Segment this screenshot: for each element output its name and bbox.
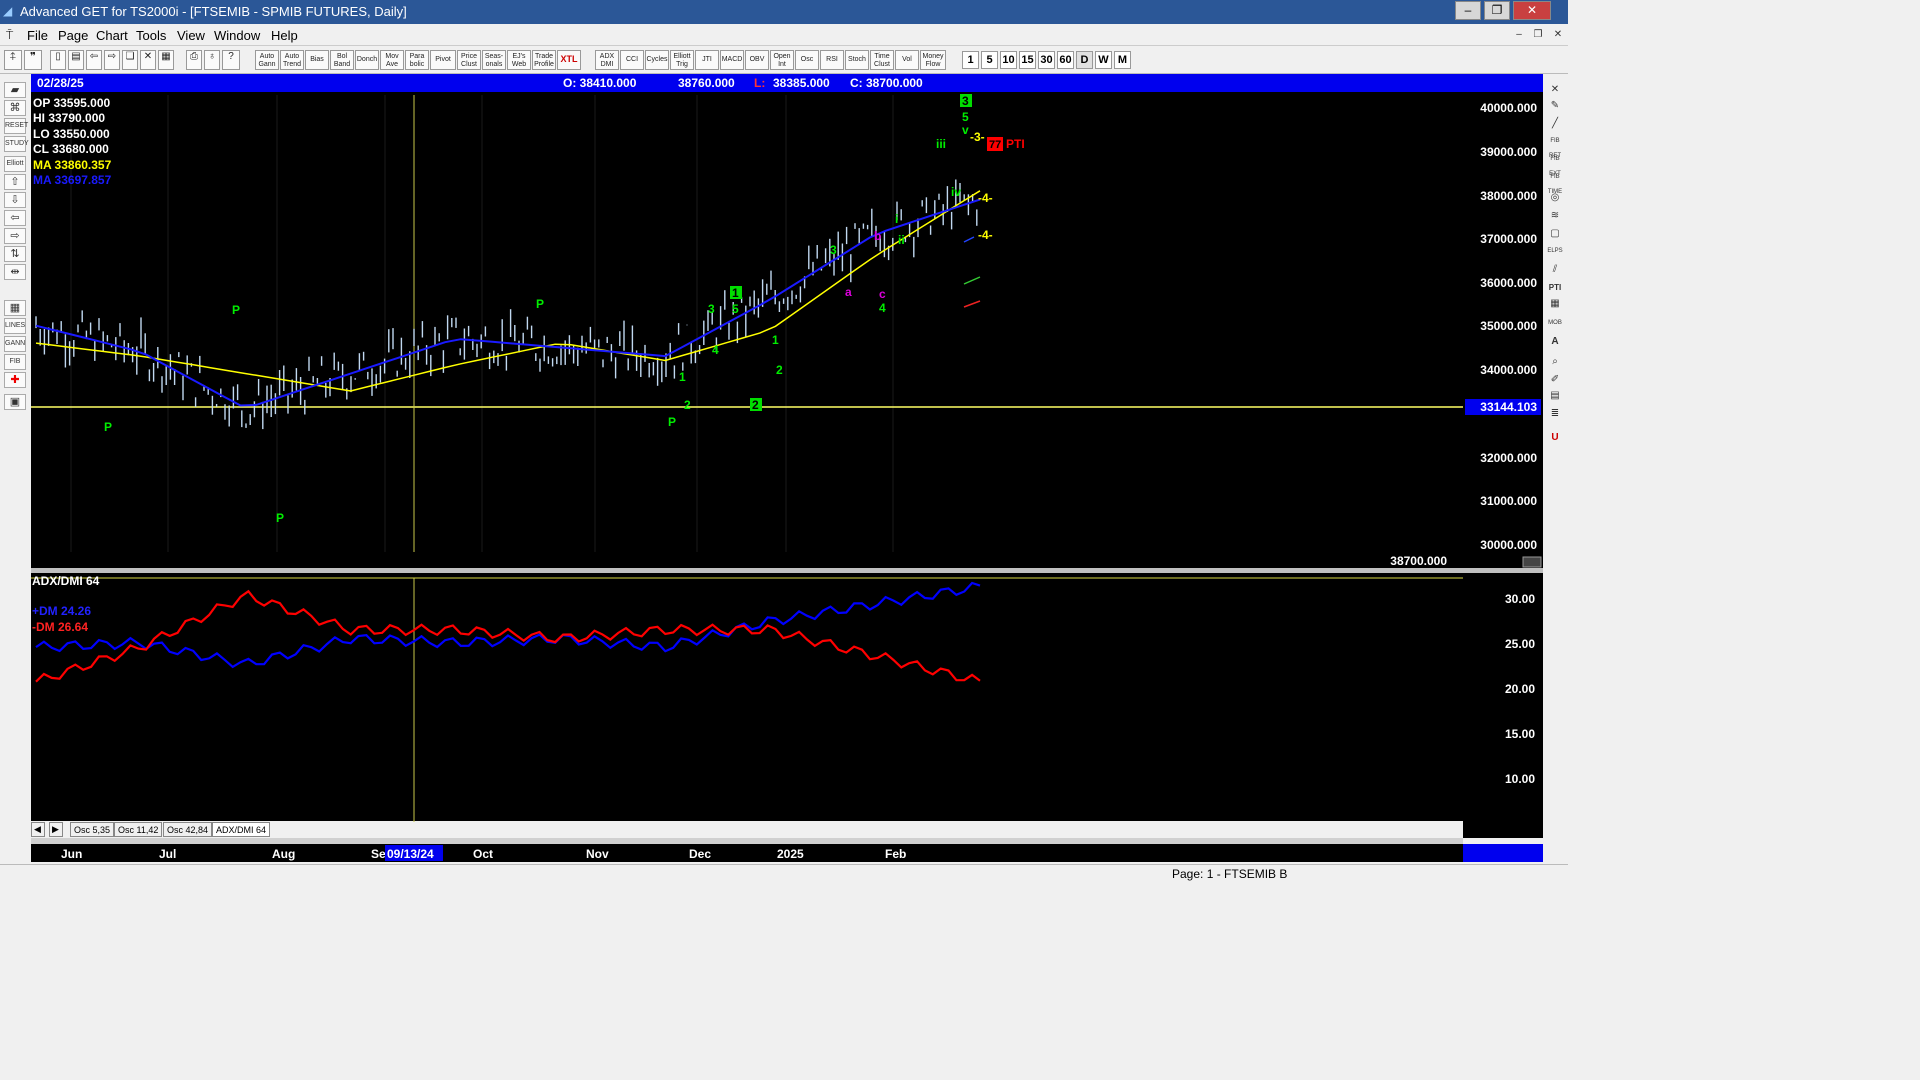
osc-minus-dm: -DM 26.64: [32, 620, 88, 634]
header-high: 38760.000: [678, 76, 735, 90]
wave-label: b: [874, 229, 881, 243]
tab-scroll-left-icon[interactable]: ◀: [31, 822, 45, 837]
pti-label: PTI: [1006, 137, 1025, 151]
info-hi: HI 33790.000: [33, 111, 105, 125]
pane-resize-icon[interactable]: [1522, 556, 1542, 568]
info-lo: LO 33550.000: [33, 127, 110, 141]
wave-label: 3: [962, 94, 969, 108]
wave-label: 2: [752, 398, 759, 412]
wave-label: -4-: [978, 228, 993, 242]
time-tick-aug: Aug: [272, 847, 295, 861]
osc-tick-20: 20.00: [1505, 682, 1535, 696]
osc-tick-25: 25.00: [1505, 637, 1535, 651]
wave-label: 2: [684, 398, 691, 412]
price-tick-31000: 31000.000: [1480, 494, 1537, 508]
price-tick-36000: 36000.000: [1480, 276, 1537, 290]
osc-title: ADX/DMI 64: [32, 574, 100, 588]
price-tick-40000: 40000.000: [1480, 101, 1537, 115]
time-tick-sep: Se: [371, 847, 386, 861]
osc-tick-15: 15.00: [1505, 727, 1535, 741]
info-ma-slow: MA 33697.857: [33, 173, 112, 187]
cursor-date: 09/13/24: [387, 847, 434, 861]
wave-label: 4: [712, 343, 719, 357]
tab-osc-11-42[interactable]: Osc 11,42: [114, 822, 163, 837]
price-tick-37000: 37000.000: [1480, 232, 1537, 246]
cursor-price-value: 33144.103: [1480, 400, 1537, 414]
time-axis-corner: [1463, 844, 1543, 862]
pivot-label: P: [536, 297, 544, 311]
oscillator-pane[interactable]: [31, 573, 1463, 821]
wave-label: a: [845, 285, 852, 299]
osc-tick-10: 10.00: [1505, 772, 1535, 786]
time-tick-nov: Nov: [586, 847, 609, 861]
wave-label: 1: [732, 286, 739, 300]
pivot-label: P: [276, 511, 284, 525]
wave-label: 1: [679, 370, 686, 384]
wave-label: iii: [936, 137, 946, 151]
pivot-label: P: [668, 415, 676, 429]
wave-label: 5: [732, 302, 739, 316]
last-price: 38700.000: [1390, 554, 1447, 568]
price-tick-32000: 32000.000: [1480, 451, 1537, 465]
wave-label: 5: [962, 110, 969, 124]
scroll-strip[interactable]: [31, 838, 1463, 844]
price-tick-30000: 30000.000: [1480, 538, 1537, 552]
price-tick-38000: 38000.000: [1480, 189, 1537, 203]
time-tick-oct: Oct: [473, 847, 493, 861]
pivot-label: P: [104, 420, 112, 434]
tab-scroll-right-icon[interactable]: ▶: [49, 822, 63, 837]
price-tick-35000: 35000.000: [1480, 319, 1537, 333]
status-bar: Page: 1 - FTSEMIB B: [0, 864, 1568, 882]
info-op: OP 33595.000: [33, 96, 111, 110]
wave-label: 1: [772, 333, 779, 347]
osc-tick-30: 30.00: [1505, 592, 1535, 606]
time-tick-dec: Dec: [689, 847, 711, 861]
tab-osc-42-84[interactable]: Osc 42,84: [163, 822, 213, 837]
application-window: ◢ Advanced GET for TS2000i - [FTSEMIB - …: [0, 0, 1568, 882]
tab-osc-5-35[interactable]: Osc 5,35: [70, 822, 115, 837]
pivot-label: P: [232, 303, 240, 317]
wave-label: v: [962, 123, 969, 137]
time-tick-jun: Jun: [61, 847, 82, 861]
status-text: Page: 1 - FTSEMIB B: [1172, 867, 1288, 881]
time-axis: [31, 844, 1463, 862]
header-open: O: 38410.000: [563, 76, 637, 90]
osc-plus-dm: +DM 24.26: [32, 604, 91, 618]
time-tick-jul: Jul: [159, 847, 176, 861]
wave-label: iv: [951, 185, 961, 199]
chart-area[interactable]: 02/28/25 O: 38410.000 38760.000 L: 38385…: [0, 0, 1568, 882]
wave-label: -4-: [978, 191, 993, 205]
time-tick-2025: 2025: [777, 847, 804, 861]
wave-label: 3: [708, 302, 715, 316]
pane-splitter[interactable]: [31, 568, 1543, 573]
header-close: C: 38700.000: [850, 76, 923, 90]
time-tick-feb: Feb: [885, 847, 906, 861]
wave-label: 4: [879, 301, 886, 315]
osc-axis-pane: [1463, 573, 1543, 838]
wave-label: 2: [776, 363, 783, 377]
wave-label: ii: [898, 233, 905, 247]
wave-label: -3-: [970, 130, 985, 144]
price-tick-39000: 39000.000: [1480, 145, 1537, 159]
wave-label: i: [895, 212, 898, 226]
price-pane[interactable]: [31, 92, 1463, 568]
info-cl: CL 33680.000: [33, 142, 109, 156]
price-tick-34000: 34000.000: [1480, 363, 1537, 377]
header-date: 02/28/25: [37, 76, 84, 90]
tab-adx-dmi-64[interactable]: ADX/DMI 64: [212, 822, 271, 837]
pti-value: 77: [989, 139, 1001, 151]
header-low-prefix: L:: [754, 76, 765, 90]
info-ma-fast: MA 33860.357: [33, 158, 112, 172]
wave-label: 3: [830, 243, 837, 257]
wave-label: c: [879, 287, 886, 301]
header-low: 38385.000: [773, 76, 830, 90]
